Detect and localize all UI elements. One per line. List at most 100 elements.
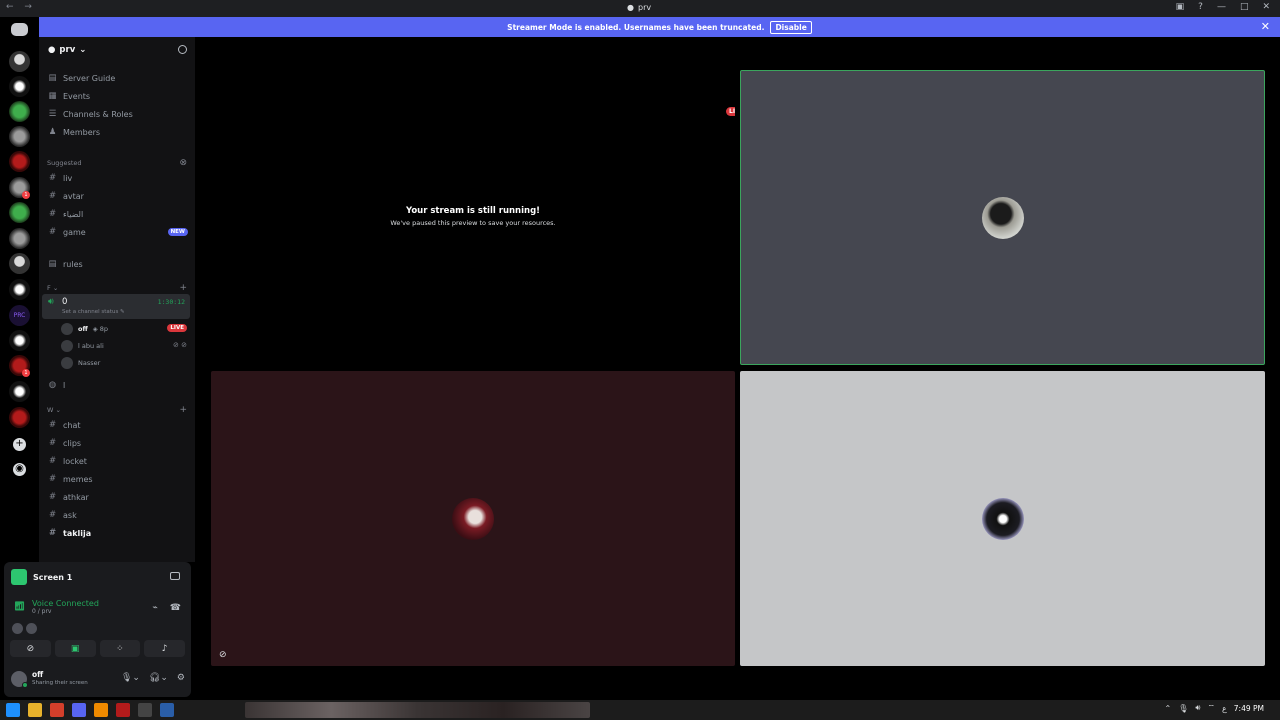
stop-stream-button[interactable]: ▣ <box>54 640 96 657</box>
menu-label: Server Guide <box>63 73 116 83</box>
voice-connected-status[interactable]: 📶︎ Voice Connected 0 / prv <box>14 599 99 615</box>
dismiss-icon[interactable]: ⊗ <box>179 158 187 168</box>
channel-athkar[interactable]: # athkar <box>48 489 188 505</box>
taskbar-preview[interactable] <box>245 702 590 718</box>
channel-status[interactable]: Set a channel status ✎ <box>62 309 125 315</box>
speaker-icon: ◍ <box>48 380 57 390</box>
voice-channel-label: 0 / prv <box>32 608 52 615</box>
add-channel-icon[interactable]: + <box>179 405 187 415</box>
menu-label: Members <box>63 127 101 137</box>
screen-share-row[interactable]: Screen 1 <box>11 568 184 586</box>
server-icon[interactable] <box>9 253 30 274</box>
avatar <box>26 623 37 634</box>
inbox-icon[interactable]: ▣ <box>1176 2 1185 12</box>
stream-tile[interactable]: LIVE Your stream is still running! We've… <box>211 70 735 365</box>
file-explorer-icon[interactable] <box>28 703 42 717</box>
menu-channels-roles[interactable]: ☰ Channels & Roles <box>48 106 188 122</box>
browser-icon[interactable] <box>50 703 64 717</box>
channel-locket[interactable]: # locket <box>48 453 188 469</box>
server-icon[interactable] <box>9 51 30 72</box>
voice-actions: ⌁ ☎ <box>152 603 181 613</box>
hash-icon: # <box>48 492 57 502</box>
popout-icon[interactable] <box>170 572 180 580</box>
category-w[interactable]: W ⌄ + <box>47 405 187 415</box>
start-icon[interactable] <box>6 703 20 717</box>
discover-icon[interactable]: ◉ <box>13 463 26 476</box>
network-icon[interactable]: ⌔ <box>1207 703 1215 713</box>
channel-taklija[interactable]: # taklija <box>48 525 188 541</box>
steam-icon[interactable] <box>160 703 174 717</box>
channel-chat[interactable]: # chat <box>48 417 188 433</box>
category-label: Suggested <box>47 159 82 167</box>
add-server-icon[interactable]: + <box>13 438 26 451</box>
channel-clips[interactable]: # clips <box>48 435 188 451</box>
server-icon[interactable] <box>9 101 30 122</box>
invite-icon[interactable] <box>178 45 187 54</box>
user-name: l abu ali <box>78 342 104 350</box>
server-icon[interactable] <box>9 76 30 97</box>
server-icon[interactable] <box>9 202 30 223</box>
voice-user[interactable]: l abu ali ⊘ ⊘ <box>61 338 187 354</box>
server-header[interactable]: ● prv ⌄ <box>39 37 195 63</box>
participant-tile[interactable] <box>740 371 1265 666</box>
menu-events[interactable]: ▦ Events <box>48 88 188 104</box>
voice-connected-label: Voice Connected <box>32 599 99 608</box>
participant-tile[interactable] <box>740 70 1265 365</box>
server-icon[interactable] <box>9 330 30 351</box>
nav-arrows[interactable]: ← → <box>6 2 36 12</box>
app-icon[interactable] <box>94 703 108 717</box>
disconnect-icon[interactable]: ☎ <box>170 603 181 613</box>
headphones-icon[interactable]: 🎧︎⌄ <box>149 673 168 683</box>
channel-memes[interactable]: # memes <box>48 471 188 487</box>
discord-icon[interactable] <box>72 703 86 717</box>
close-banner-icon[interactable]: ✕ <box>1261 20 1270 33</box>
soundboard-button[interactable]: ♪ <box>144 640 185 657</box>
paused-notice: Your stream is still running! We've paus… <box>211 206 735 227</box>
microphone-icon[interactable]: 🎙︎⌄ <box>121 673 140 683</box>
streamer-message: Streamer Mode is enabled. Usernames have… <box>507 22 765 32</box>
server-icon[interactable] <box>9 126 30 147</box>
menu-server-guide[interactable]: ▤ Server Guide <box>48 70 188 86</box>
clock[interactable]: 7:49 PM <box>1234 704 1264 713</box>
voice-channel-0[interactable]: 🔊︎ 0 1:30:12 Set a channel status ✎ <box>42 294 190 319</box>
menu-members[interactable]: ♟ Members <box>48 124 188 140</box>
app-icon[interactable] <box>138 703 152 717</box>
chevron-up-icon[interactable]: ⌃ <box>1165 704 1172 713</box>
server-icon[interactable]: PRC <box>9 305 30 326</box>
avatar <box>61 323 73 335</box>
camera-off-button[interactable]: ⊘ <box>10 640 51 657</box>
avatar <box>61 340 73 352</box>
minimize-icon[interactable]: — <box>1217 2 1226 12</box>
microphone-icon[interactable]: 🎙︎ <box>1178 704 1188 713</box>
settings-icon[interactable]: ⚙ <box>177 673 185 683</box>
server-icon[interactable] <box>9 228 30 249</box>
disable-button[interactable]: Disable <box>770 20 812 34</box>
category-f[interactable]: F ⌄ + <box>47 283 187 293</box>
voice-user[interactable]: off ◈ 8p LIVE <box>61 321 187 337</box>
app-icon[interactable] <box>116 703 130 717</box>
server-icon[interactable] <box>9 407 30 428</box>
channel-liv[interactable]: # liv <box>48 170 188 186</box>
channel-ask[interactable]: # ask <box>48 507 188 523</box>
activities-button[interactable]: ⁘ <box>99 640 141 657</box>
channel-rules[interactable]: ▤ rules <box>48 256 188 272</box>
discord-home-icon[interactable] <box>11 23 28 36</box>
voice-user[interactable]: Nasser <box>61 355 187 371</box>
user-area[interactable]: off Sharing their screen 🎙︎⌄ 🎧︎⌄ ⚙ <box>9 668 187 690</box>
add-channel-icon[interactable]: + <box>179 283 187 293</box>
noise-suppression-icon[interactable]: ⌁ <box>152 603 157 613</box>
help-icon[interactable]: ? <box>1198 2 1203 12</box>
maximize-icon[interactable]: □ <box>1240 2 1249 12</box>
language-indicator[interactable]: ع <box>1222 704 1227 713</box>
voice-channel-l[interactable]: ◍ l <box>48 377 188 393</box>
server-icon[interactable] <box>9 381 30 402</box>
volume-icon[interactable]: 🔊︎ <box>1195 703 1200 713</box>
server-icon[interactable] <box>9 279 30 300</box>
participant-tile[interactable]: ⊘ <box>211 371 735 666</box>
server-icon[interactable] <box>9 151 30 172</box>
channel-label: clips <box>63 438 82 448</box>
channel-avtar[interactable]: # avtar <box>48 188 188 204</box>
channel-game[interactable]: # game NEW <box>48 224 188 240</box>
close-icon[interactable]: ✕ <box>1262 2 1270 12</box>
channel-arabic[interactable]: # الضياء <box>48 206 188 222</box>
